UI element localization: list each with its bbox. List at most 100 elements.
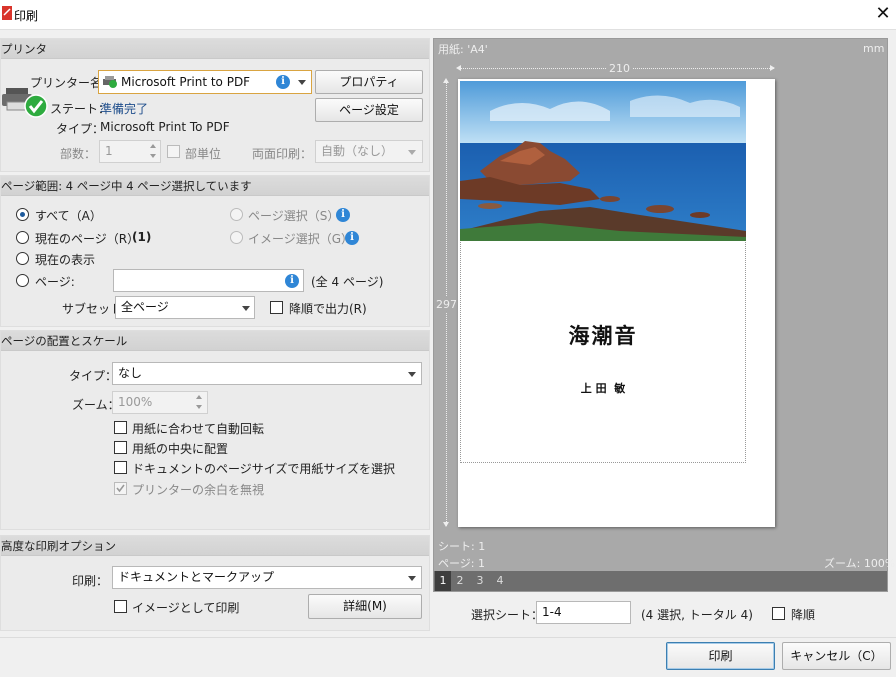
copies-value: 1 bbox=[105, 144, 113, 158]
print-content-value: ドキュメントとマークアップ bbox=[118, 570, 275, 584]
ruler-arrow-right-icon bbox=[770, 65, 775, 71]
subset-select[interactable]: 全ページ bbox=[115, 296, 255, 319]
page-select-label: ページ選択（S） bbox=[248, 209, 340, 223]
height-label: 297 bbox=[436, 296, 457, 313]
window-title: 印刷 bbox=[14, 9, 39, 23]
app-icon bbox=[2, 6, 12, 20]
print-as-image-label: イメージとして印刷 bbox=[132, 601, 240, 615]
ignore-margin-checkbox[interactable] bbox=[114, 482, 127, 495]
chevron-down-icon bbox=[408, 372, 416, 377]
info-icon[interactable]: i bbox=[276, 75, 290, 89]
page-tab-2[interactable]: 2 bbox=[452, 571, 468, 591]
printer-name-value: Microsoft Print to PDF bbox=[121, 75, 251, 89]
chevron-down-icon bbox=[298, 80, 306, 85]
cancel-button[interactable]: キャンセル（C） bbox=[782, 642, 891, 670]
ignore-margin-label: プリンターの余白を無視 bbox=[132, 483, 265, 497]
spin-up-icon[interactable] bbox=[150, 144, 156, 148]
type-value: Microsoft Print To PDF bbox=[100, 120, 230, 134]
scale-type-value: なし bbox=[118, 366, 143, 380]
collate-checkbox[interactable] bbox=[167, 145, 180, 158]
pages-input[interactable] bbox=[113, 269, 304, 292]
chevron-down-icon bbox=[242, 306, 250, 311]
current-view-label: 現在の表示 bbox=[35, 253, 96, 267]
chevron-down-icon bbox=[408, 576, 416, 581]
ruler-arrow-left-icon bbox=[456, 65, 461, 71]
center-label: 用紙の中央に配置 bbox=[132, 442, 229, 456]
type-label: タイプ： bbox=[56, 122, 105, 136]
print-label: 印刷： bbox=[72, 574, 109, 588]
width-label: 210 bbox=[606, 62, 633, 75]
radio-image-select[interactable] bbox=[230, 231, 243, 244]
cover-photo bbox=[460, 81, 746, 241]
auto-rotate-label: 用紙に合わせて自動回転 bbox=[132, 422, 265, 436]
document-author: 上 田 敏 bbox=[580, 382, 626, 395]
info-icon[interactable]: i bbox=[345, 231, 359, 245]
radio-pages[interactable] bbox=[16, 274, 29, 287]
zoom-stepper[interactable]: 100% bbox=[112, 391, 208, 414]
spin-down-icon[interactable] bbox=[196, 405, 202, 409]
all-label: すべて（A） bbox=[35, 209, 102, 223]
status-value: 準備完了 bbox=[100, 102, 149, 116]
title-bar: 印刷 ✕ bbox=[0, 0, 896, 30]
radio-all[interactable] bbox=[16, 208, 29, 221]
page-tab-4[interactable]: 4 bbox=[492, 571, 508, 591]
details-button[interactable]: 詳細(M) bbox=[308, 594, 422, 619]
doc-size-label: ドキュメントのページサイズで用紙サイズを選択 bbox=[132, 462, 396, 476]
printer-icon bbox=[102, 75, 118, 89]
current-page-label: 現在のページ（R） bbox=[35, 232, 140, 246]
reverse-label: 降順で出力(R) bbox=[289, 302, 367, 316]
section-header-printer: プリンタ bbox=[1, 39, 429, 59]
section-header-advanced: 高度な印刷オプション bbox=[1, 536, 429, 556]
print-button[interactable]: 印刷 bbox=[666, 642, 775, 670]
descending-label: 降順 bbox=[791, 608, 816, 622]
info-icon[interactable]: i bbox=[285, 274, 299, 288]
current-page-number: (1) bbox=[132, 230, 152, 244]
section-header-scale: ページの配置とスケール bbox=[1, 331, 429, 351]
info-icon[interactable]: i bbox=[336, 208, 350, 222]
page-tab-3[interactable]: 3 bbox=[472, 571, 488, 591]
select-sheet-value: 1-4 bbox=[542, 605, 562, 619]
close-icon[interactable]: ✕ bbox=[872, 3, 894, 25]
image-select-label: イメージ選択（G） bbox=[248, 232, 354, 246]
select-sheet-input[interactable]: 1-4 bbox=[536, 601, 631, 624]
pages-label: ページ: bbox=[35, 275, 75, 289]
unit-label: mm bbox=[863, 42, 885, 55]
page-setup-button[interactable]: ページ設定 bbox=[315, 98, 423, 122]
page-tab-1[interactable]: 1 bbox=[435, 571, 451, 591]
radio-current-view[interactable] bbox=[16, 252, 29, 265]
select-info: (4 選択, トータル 4) bbox=[641, 608, 753, 622]
section-header-range: ページ範囲: 4 ページ中 4 ページ選択しています bbox=[1, 176, 429, 196]
reverse-checkbox[interactable] bbox=[270, 301, 283, 314]
select-sheet-label: 選択シート： bbox=[471, 608, 544, 622]
print-content-select[interactable]: ドキュメントとマークアップ bbox=[112, 566, 422, 589]
document-title: 海潮音 bbox=[568, 323, 638, 348]
radio-page-select[interactable] bbox=[230, 208, 243, 221]
pages-total-label: (全 4 ページ) bbox=[311, 275, 384, 289]
zoom-info: ズーム: 100% bbox=[824, 557, 896, 570]
duplex-value: 自動（なし） bbox=[321, 144, 394, 158]
ruler-arrow-up-icon bbox=[443, 78, 449, 83]
scale-type-select[interactable]: なし bbox=[112, 362, 422, 385]
doc-size-checkbox[interactable] bbox=[114, 461, 127, 474]
page-info: ページ: 1 bbox=[438, 557, 485, 570]
duplex-label: 両面印刷： bbox=[252, 147, 313, 161]
print-as-image-checkbox[interactable] bbox=[114, 600, 127, 613]
collate-label: 部単位 bbox=[185, 147, 222, 161]
scale-type-label: タイプ： bbox=[69, 369, 118, 383]
chevron-down-icon bbox=[408, 150, 416, 155]
spin-down-icon[interactable] bbox=[150, 154, 156, 158]
properties-button[interactable]: プロパティ bbox=[315, 70, 423, 94]
subset-value: 全ページ bbox=[121, 300, 169, 314]
descending-checkbox[interactable] bbox=[772, 607, 785, 620]
radio-current-page[interactable] bbox=[16, 231, 29, 244]
copies-label: 部数： bbox=[60, 147, 97, 161]
duplex-select[interactable]: 自動（なし） bbox=[315, 140, 423, 163]
center-checkbox[interactable] bbox=[114, 441, 127, 454]
page-tabs: 1 2 3 4 bbox=[434, 571, 887, 591]
sheet-info: シート: 1 bbox=[438, 540, 486, 553]
auto-rotate-checkbox[interactable] bbox=[114, 421, 127, 434]
zoom-value: 100% bbox=[118, 395, 153, 409]
spin-up-icon[interactable] bbox=[196, 395, 202, 399]
paper-label: 用紙: 'A4' bbox=[438, 43, 488, 56]
ruler-arrow-down-icon bbox=[443, 522, 449, 527]
